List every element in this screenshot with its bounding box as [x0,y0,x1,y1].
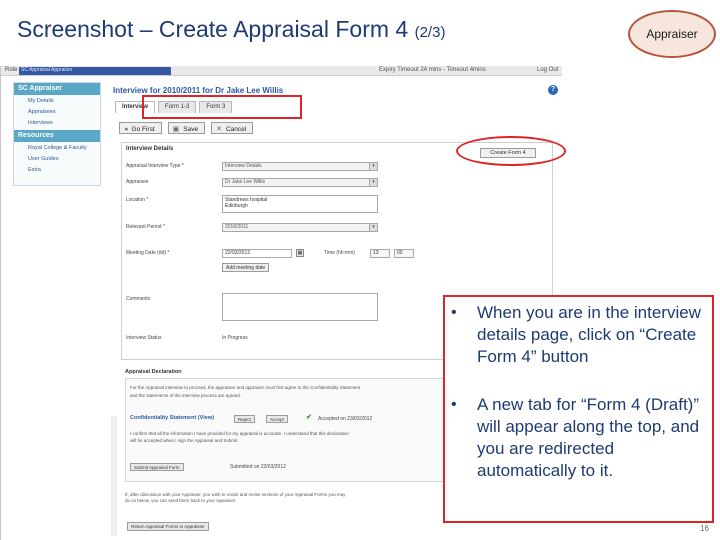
instruction-text-1: When you are in the interview details pa… [477,303,701,366]
relevant-period-value: 2010/2011 [225,224,249,230]
instruction-text-2: A new tab for “Form 4 (Draft)” will appe… [477,395,700,480]
save-button[interactable]: ▣ Save [167,122,206,134]
appraisal-declaration-panel: For the Appraisal interview to proceed, … [125,378,455,482]
location-field[interactable]: Standrews hospital Edinburgh [222,195,378,213]
tabs-highlight [142,95,302,119]
chevron-down-icon: ▾ [369,163,377,170]
create-form-4-highlight [456,136,566,166]
reject-button[interactable]: Reject [234,415,255,423]
accepted-status: Accepted on 23/03/2012 [318,416,373,422]
meeting-date-label: Meeting Date (dd) * [126,250,170,256]
sidebar-item-my-details[interactable]: My Details [14,95,100,106]
interview-type-label: Appraisal Interview Type * [126,163,184,169]
cancel-label: Cancel [225,126,247,133]
sidebar-item-interviews[interactable]: Interviews [14,117,100,128]
sidebar-item-appraisees[interactable]: Appraisees [14,106,100,117]
time-label: Time (hh:mm) [324,250,355,256]
declaration-line-4: will be accepted when I sign the Apprais… [130,438,239,443]
slide-title: Screenshot – Create Appraisal Form 4 (2/… [17,16,445,43]
chevron-down-icon: ▾ [369,179,377,186]
sidebar-heading: SC Appraiser [14,83,100,95]
sidebar-item-user-guides[interactable]: User Guides [14,153,100,164]
minute-select[interactable]: 00 [394,249,414,258]
interview-details-heading: Interview Details [126,146,174,152]
sidebar: SC Appraiser My Details Appraisees Inter… [13,82,101,186]
relevant-period-label: Relevant Period * [126,224,165,230]
submitted-status: Submitted on 23/03/2012 [230,464,286,470]
sidebar-item-royal-college[interactable]: Royal College & Faculty [14,142,100,153]
location-line-2: Edinburgh [225,203,248,209]
appraisee-label: Appraisee [126,179,149,185]
toolbar: ◂ Go First ▣ Save ✕ Cancel [119,122,259,134]
confidentiality-statement-link[interactable]: Confidentiality Statement (View) [130,415,214,421]
logout-link[interactable]: Log Out [537,67,558,73]
sidebar-item-extra[interactable]: Extra [14,164,100,175]
appraisal-declaration-heading: Appraisal Declaration [125,369,182,375]
declaration-intro-line-2: and the statements of the interview proc… [130,393,242,398]
hour-select[interactable]: 13 [370,249,390,258]
chevron-down-icon: ▾ [369,224,377,231]
return-forms-button[interactable]: Return Appraisal Forms to Appraisee [127,522,209,531]
slide-number: 16 [700,524,709,533]
cancel-button[interactable]: ✕ Cancel [211,122,254,134]
instruction-bullet-2: • A new tab for “Form 4 (Draft)” will ap… [451,394,707,482]
scroll-gutter [111,416,117,536]
meeting-date-input[interactable]: 22/03/2012 [222,249,292,258]
go-first-button[interactable]: ◂ Go First [119,122,162,134]
bullet-icon: • [451,304,457,321]
help-icon[interactable]: ? [548,85,558,95]
interview-status-value: In Progress [222,335,248,341]
slide-title-text: Screenshot – Create Appraisal Form 4 [17,16,409,42]
role-select[interactable]: SC Appraisal Appraiser [19,67,171,75]
save-icon: ▣ [172,126,180,133]
go-first-label: Go First [131,126,155,133]
sidebar-resources-heading: Resources [14,130,100,142]
appraisee-select[interactable]: Dr Jake Lee Willis ▾ [222,178,378,187]
comments-textarea[interactable] [222,293,378,321]
role-badge: Appraiser [628,10,716,58]
instruction-callout: • When you are in the interview details … [443,295,714,523]
comments-label: Comments [126,296,151,302]
calendar-icon[interactable]: ▦ [296,249,304,257]
revise-note-line-2: do so below, you can send them back to y… [125,498,237,503]
location-label: Location * [126,197,149,203]
save-label: Save [183,126,199,133]
session-info: Expiry Timeout 24 mins - Timeout 4mins [379,67,486,73]
declaration-intro-line-1: For the Appraisal interview to proceed, … [130,385,361,390]
cancel-icon: ✕ [216,126,222,133]
appraisee-value: Dr Jake Lee Willis [225,179,266,185]
accept-button[interactable]: Accept [266,415,288,423]
interview-status-label: Interview Status [126,335,162,341]
page-title: Interview for 2010/2011 for Dr Jake Lee … [113,86,284,95]
go-first-icon: ◂ [124,126,128,133]
declaration-line-3: I confirm that all the information I hav… [130,431,349,436]
interview-type-select[interactable]: Interview Details ▾ [222,162,378,171]
add-meeting-date-button[interactable]: Add meeting date [222,263,270,272]
slide-title-step: (2/3) [414,24,446,41]
instruction-bullet-1: • When you are in the interview details … [451,302,707,368]
relevant-period-select[interactable]: 2010/2011 ▾ [222,223,378,232]
submit-appraisal-form-button[interactable]: Submit Appraisal Form [130,463,184,471]
app-topbar: Role SC Appraisal Appraiser Expiry Timeo… [1,66,562,76]
role-label: Role [5,67,18,73]
interview-type-value: Interview Details [225,163,262,169]
bullet-icon: • [451,396,457,413]
check-icon: ✔ [306,414,312,421]
revise-forms-note: If, after discussion with your Appraiser… [125,492,455,504]
